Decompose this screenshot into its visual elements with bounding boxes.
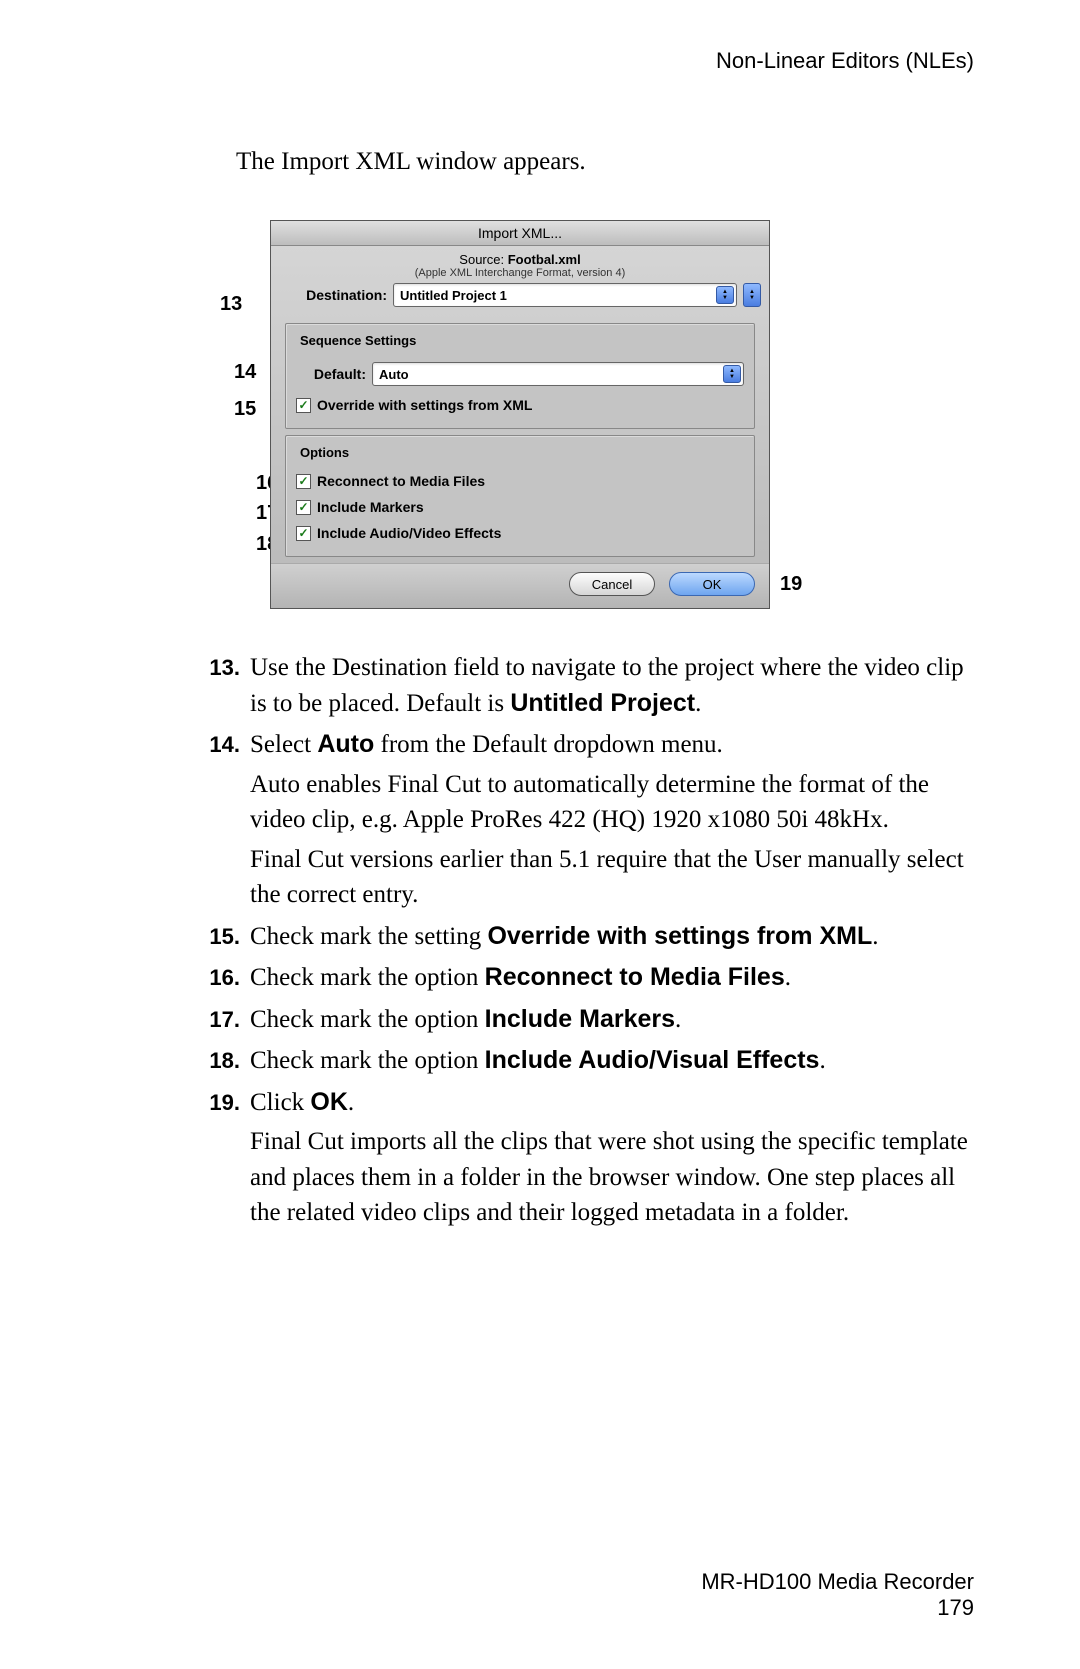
destination-dropdown[interactable]: Untitled Project 1 ▲▼ — [393, 283, 737, 307]
callout-13: 13 — [220, 293, 242, 316]
import-xml-dialog: Import XML... Source: Footbal.xml (Apple… — [270, 220, 770, 609]
cancel-button[interactable]: Cancel — [569, 572, 655, 596]
step-bold-text: Reconnect to Media Files — [485, 963, 785, 991]
steps-list: 13.Use the Destination field to navigate… — [200, 650, 970, 1237]
callout-14: 14 — [234, 361, 256, 384]
step-item: 17.Check mark the option Include Markers… — [200, 1002, 970, 1038]
effects-label: Include Audio/Video Effects — [317, 525, 501, 541]
step-text: from the Default dropdown menu. — [374, 731, 723, 758]
step-text: . — [872, 923, 878, 950]
source-row: Source: Footbal.xml — [271, 246, 769, 267]
step-text: Select — [250, 731, 317, 758]
step-text: . — [785, 964, 791, 991]
callout-15: 15 — [234, 398, 256, 421]
override-checkbox[interactable]: ✓ — [296, 398, 311, 413]
dialog-button-row: Cancel OK — [271, 563, 769, 608]
step-bold-text: Include Audio/Visual Effects — [485, 1046, 820, 1074]
footer-product: MR-HD100 Media Recorder — [701, 1569, 974, 1595]
step-body: Click OK. Final Cut imports all the clips… — [250, 1085, 970, 1231]
destination-value: Untitled Project 1 — [400, 288, 507, 303]
default-value: Auto — [379, 367, 409, 382]
step-extra-paragraph: Final Cut imports all the clips that wer… — [250, 1124, 970, 1231]
ok-button[interactable]: OK — [669, 572, 755, 596]
step-text: Click — [250, 1089, 310, 1116]
source-format: (Apple XML Interchange Format, version 4… — [271, 267, 769, 279]
step-number: 14. — [200, 727, 250, 913]
default-label: Default: — [296, 366, 366, 382]
sequence-settings-legend: Sequence Settings — [296, 333, 420, 348]
step-body: Check mark the setting Override with set… — [250, 919, 970, 955]
step-body: Select Auto from the Default dropdown me… — [250, 727, 970, 913]
step-body: Check mark the option Include Audio/Visu… — [250, 1043, 970, 1079]
step-text: Check mark the setting — [250, 923, 487, 950]
sequence-settings-group: Sequence Settings Default: Auto ▲▼ ✓ Ove… — [285, 323, 755, 429]
page-footer: MR-HD100 Media Recorder 179 — [701, 1569, 974, 1621]
step-text: . — [819, 1047, 825, 1074]
step-text: . — [675, 1006, 681, 1033]
step-number: 18. — [200, 1043, 250, 1079]
source-value: Footbal.xml — [508, 252, 581, 267]
step-number: 16. — [200, 960, 250, 996]
callout-19: 19 — [780, 573, 802, 596]
override-label: Override with settings from XML — [317, 397, 532, 413]
step-item: 13.Use the Destination field to navigate… — [200, 650, 970, 721]
step-bold-text: Untitled Project — [510, 689, 695, 717]
dialog-title: Import XML... — [271, 221, 769, 246]
destination-label: Destination: — [279, 287, 387, 303]
step-body: Check mark the option Reconnect to Media… — [250, 960, 970, 996]
step-extra-paragraph: Auto enables Final Cut to automatically … — [250, 767, 970, 838]
step-number: 19. — [200, 1085, 250, 1231]
step-number: 13. — [200, 650, 250, 721]
reconnect-label: Reconnect to Media Files — [317, 473, 485, 489]
step-number: 15. — [200, 919, 250, 955]
intro-text: The Import XML window appears. — [236, 148, 586, 176]
step-item: 19.Click OK. Final Cut imports all the cl… — [200, 1085, 970, 1231]
step-bold-text: Include Markers — [485, 1005, 675, 1033]
options-group: Options ✓ Reconnect to Media Files ✓ Inc… — [285, 435, 755, 557]
step-item: 14.Select Auto from the Default dropdown… — [200, 727, 970, 913]
markers-checkbox[interactable]: ✓ — [296, 500, 311, 515]
page-header: Non-Linear Editors (NLEs) — [716, 48, 974, 74]
markers-label: Include Markers — [317, 499, 424, 515]
step-text: Check mark the option — [250, 1006, 485, 1033]
options-legend: Options — [296, 445, 353, 460]
footer-page-number: 179 — [701, 1595, 974, 1621]
updown-arrows-icon: ▲▼ — [723, 365, 741, 383]
step-item: 15.Check mark the setting Override with … — [200, 919, 970, 955]
step-bold-text: Override with settings from XML — [487, 922, 872, 950]
step-item: 16.Check mark the option Reconnect to Me… — [200, 960, 970, 996]
step-text: Check mark the option — [250, 1047, 485, 1074]
step-text: . — [348, 1089, 354, 1116]
source-label: Source: — [459, 252, 504, 267]
step-text: Check mark the option — [250, 964, 485, 991]
step-body: Use the Destination field to navigate to… — [250, 650, 970, 721]
step-text: . — [695, 690, 701, 717]
step-bold-text: OK — [310, 1088, 348, 1116]
default-dropdown[interactable]: Auto ▲▼ — [372, 362, 744, 386]
step-bold-text: Auto — [317, 730, 374, 758]
step-extra-paragraph: Final Cut versions earlier than 5.1 requ… — [250, 842, 970, 913]
reconnect-checkbox[interactable]: ✓ — [296, 474, 311, 489]
updown-arrows-icon: ▲▼ — [716, 286, 734, 304]
effects-checkbox[interactable]: ✓ — [296, 526, 311, 541]
step-item: 18.Check mark the option Include Audio/V… — [200, 1043, 970, 1079]
step-number: 17. — [200, 1002, 250, 1038]
updown-arrows-icon[interactable]: ▲▼ — [743, 283, 761, 307]
step-body: Check mark the option Include Markers. — [250, 1002, 970, 1038]
